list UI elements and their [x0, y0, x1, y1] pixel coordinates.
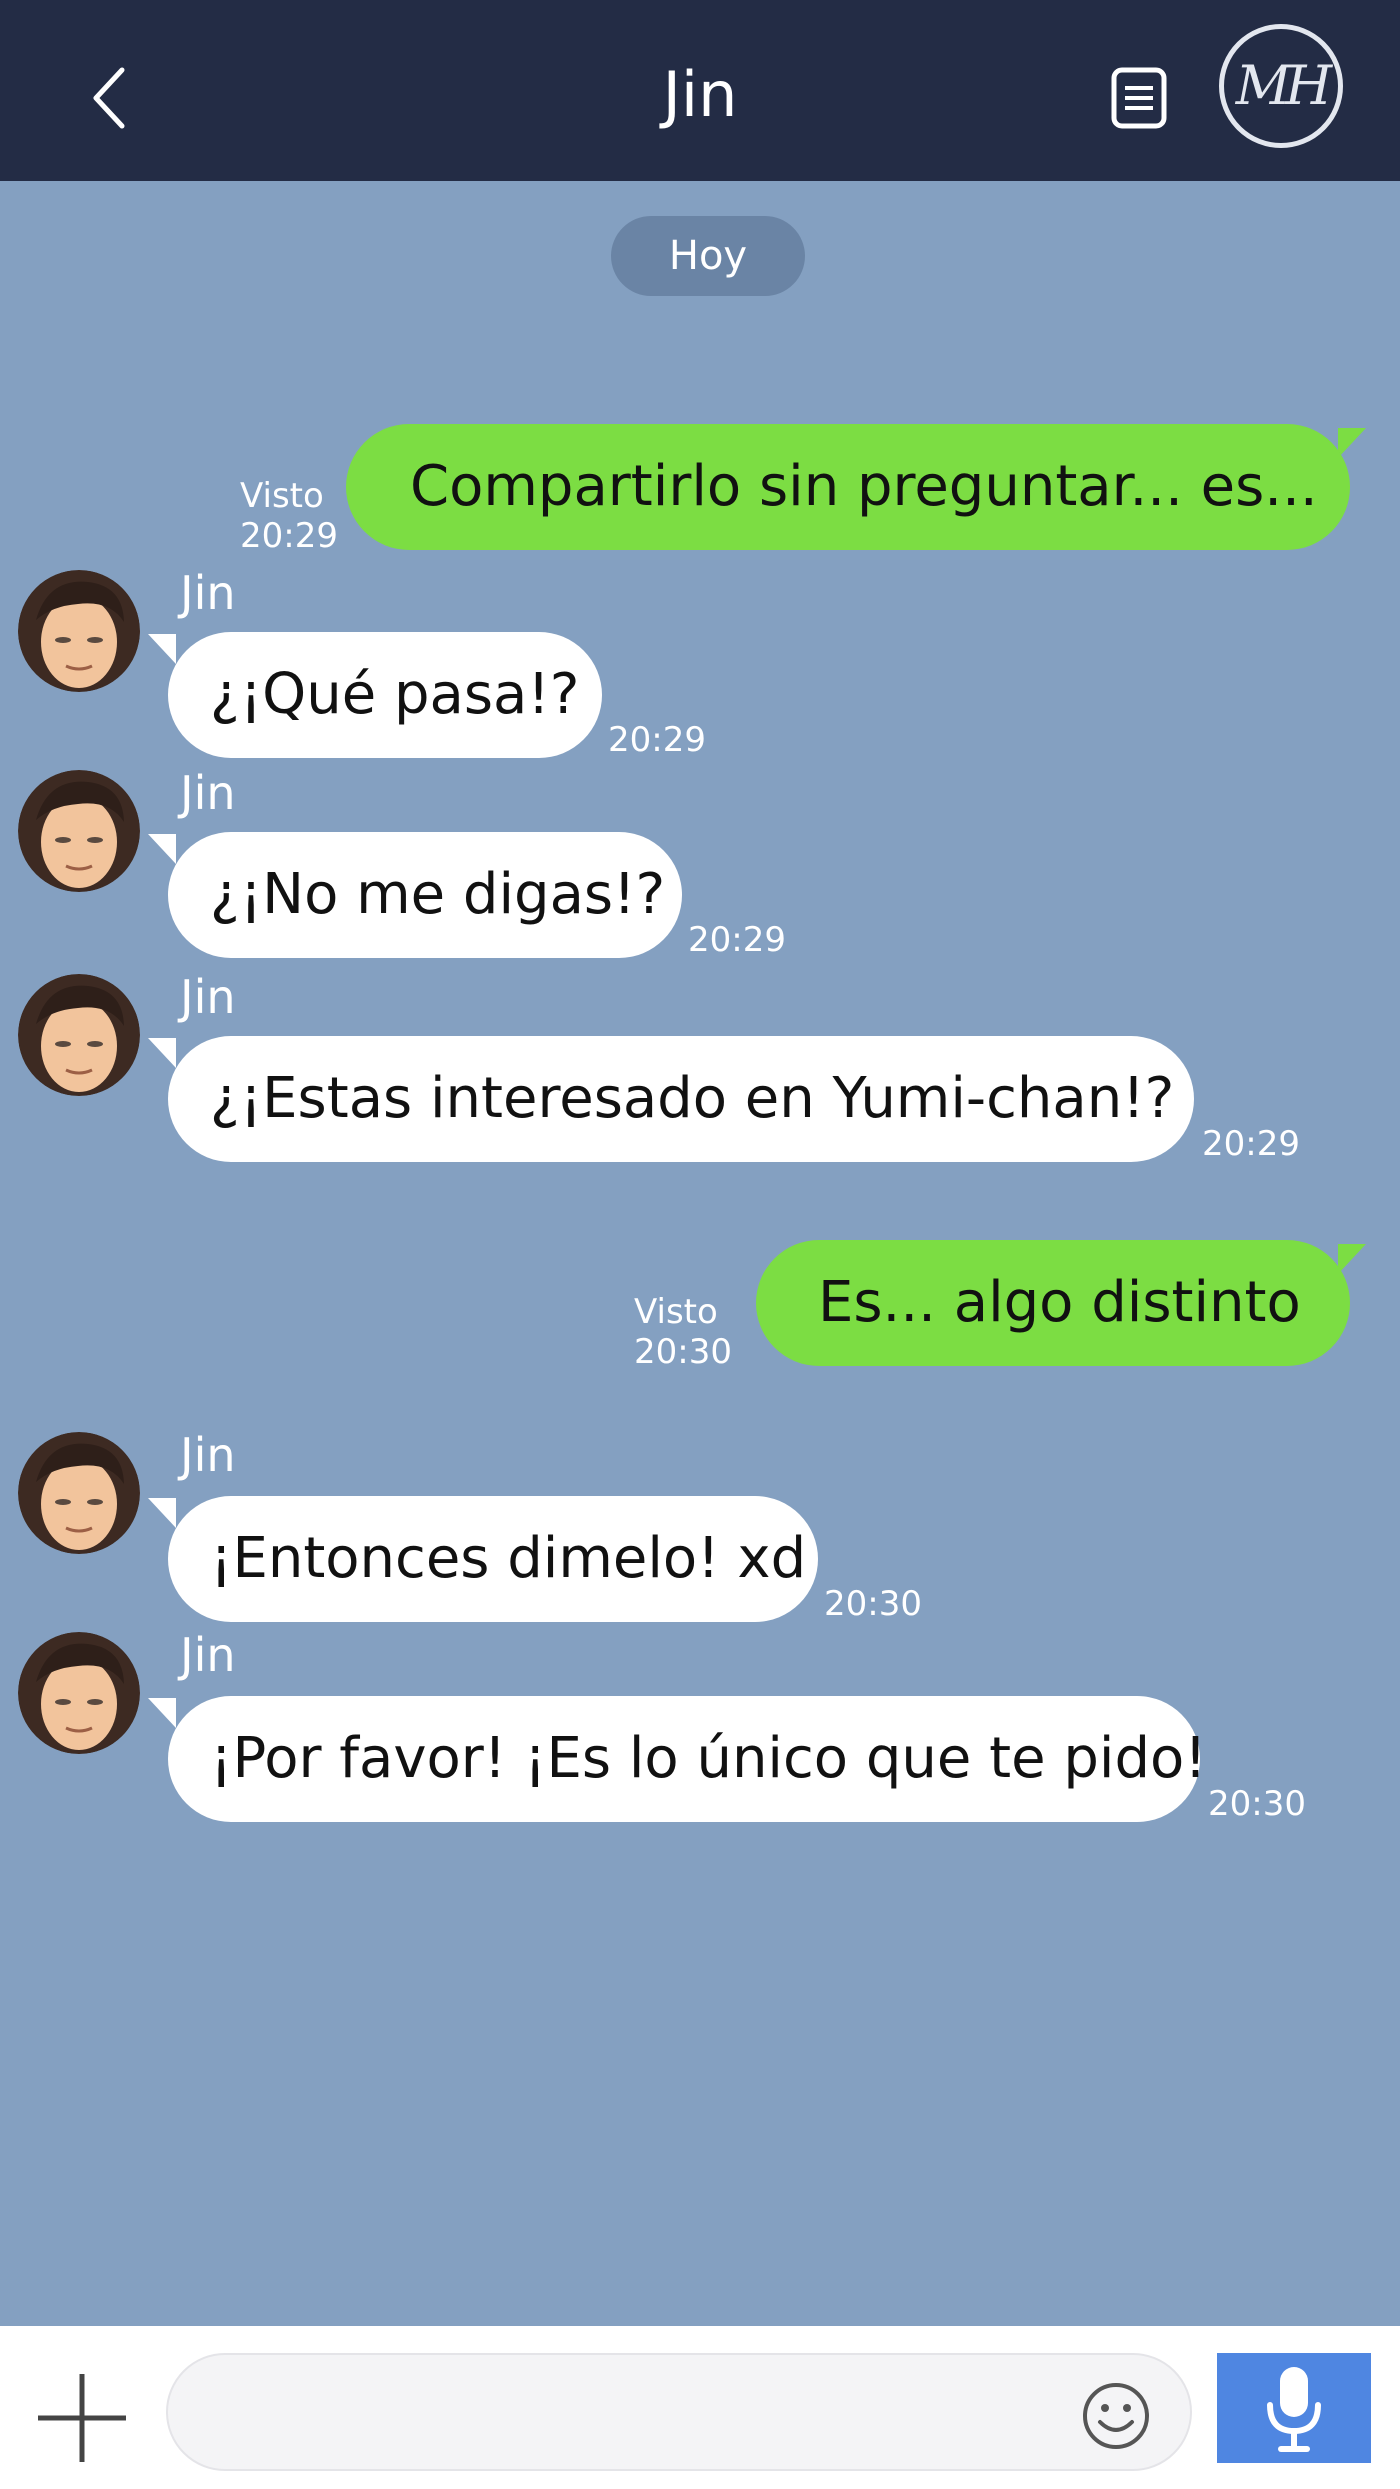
chevron-left-icon: [93, 67, 125, 129]
seen-label: Visto: [240, 476, 324, 516]
sender-name: Jin: [180, 566, 236, 620]
chat-header: Jin MH: [0, 0, 1400, 181]
smiley-icon: [1083, 2383, 1149, 2449]
sender-name: Jin: [180, 970, 236, 1024]
notes-icon: [1111, 67, 1167, 129]
date-divider: Hoy: [611, 216, 805, 296]
avatar[interactable]: [18, 1632, 140, 1754]
outgoing-message-bubble[interactable]: Compartirlo sin preguntar... es...: [346, 424, 1350, 550]
message-time: 20:30: [824, 1584, 922, 1624]
incoming-message-bubble[interactable]: ¿¡Qué pasa!?: [168, 632, 602, 758]
sender-name: Jin: [180, 1628, 236, 1682]
message-time: 20:30: [634, 1332, 732, 1372]
avatar[interactable]: [18, 1432, 140, 1554]
avatar-image: [18, 770, 140, 892]
message-input[interactable]: [166, 2353, 1192, 2471]
plus-icon: [38, 2374, 126, 2462]
message-time: 20:29: [688, 920, 786, 960]
bubble-tail: [1338, 428, 1366, 458]
avatar[interactable]: [18, 974, 140, 1096]
message-text: Es... algo distinto: [818, 1270, 1301, 1335]
message-time: 20:29: [608, 720, 706, 760]
message-time: 20:29: [1202, 1124, 1300, 1164]
avatar-image: [18, 570, 140, 692]
avatar[interactable]: [18, 770, 140, 892]
message-text: Compartirlo sin preguntar... es...: [410, 454, 1318, 519]
bubble-tail: [148, 634, 176, 664]
microphone-icon: [1267, 2367, 1321, 2452]
back-button[interactable]: [80, 58, 140, 138]
avatar[interactable]: [18, 570, 140, 692]
avatar-image: [18, 1432, 140, 1554]
outgoing-message-bubble[interactable]: Es... algo distinto: [756, 1240, 1350, 1366]
sender-name: Jin: [180, 766, 236, 820]
avatar-image: [18, 974, 140, 1096]
bubble-tail: [148, 1498, 176, 1528]
add-attachment-button[interactable]: [34, 2370, 130, 2466]
chat-title: Jin: [662, 58, 738, 131]
bubble-tail: [148, 834, 176, 864]
notes-button[interactable]: [1108, 64, 1170, 132]
incoming-message-bubble[interactable]: ¿¡No me digas!?: [168, 832, 682, 958]
bubble-tail: [148, 1038, 176, 1068]
message-text: ¡Entonces dimelo! xd: [210, 1526, 807, 1591]
message-text: ¿¡No me digas!?: [210, 862, 666, 927]
message-time: 20:30: [1208, 1784, 1306, 1824]
incoming-message-bubble[interactable]: ¡Por favor! ¡Es lo único que te pido!: [168, 1696, 1207, 1822]
incoming-message-bubble[interactable]: ¿¡Estas interesado en Yumi-chan!?: [168, 1036, 1194, 1162]
sender-name: Jin: [180, 1428, 236, 1482]
message-text: ¿¡Estas interesado en Yumi-chan!?: [210, 1066, 1175, 1131]
seen-label: Visto: [634, 1292, 718, 1332]
message-composer: [0, 2326, 1400, 2489]
message-status: Visto 20:30: [634, 1292, 732, 1372]
message-status: Visto 20:29: [240, 476, 338, 556]
emoji-button[interactable]: [1080, 2380, 1152, 2452]
voice-message-button[interactable]: [1217, 2353, 1371, 2463]
logo: MH: [1219, 24, 1343, 148]
message-text: ¿¡Qué pasa!?: [210, 662, 580, 727]
message-text: ¡Por favor! ¡Es lo único que te pido!: [210, 1726, 1207, 1791]
incoming-message-bubble[interactable]: ¡Entonces dimelo! xd: [168, 1496, 818, 1622]
avatar-image: [18, 1632, 140, 1754]
message-time: 20:29: [240, 516, 338, 556]
bubble-tail: [1338, 1244, 1366, 1274]
bubble-tail: [148, 1698, 176, 1728]
